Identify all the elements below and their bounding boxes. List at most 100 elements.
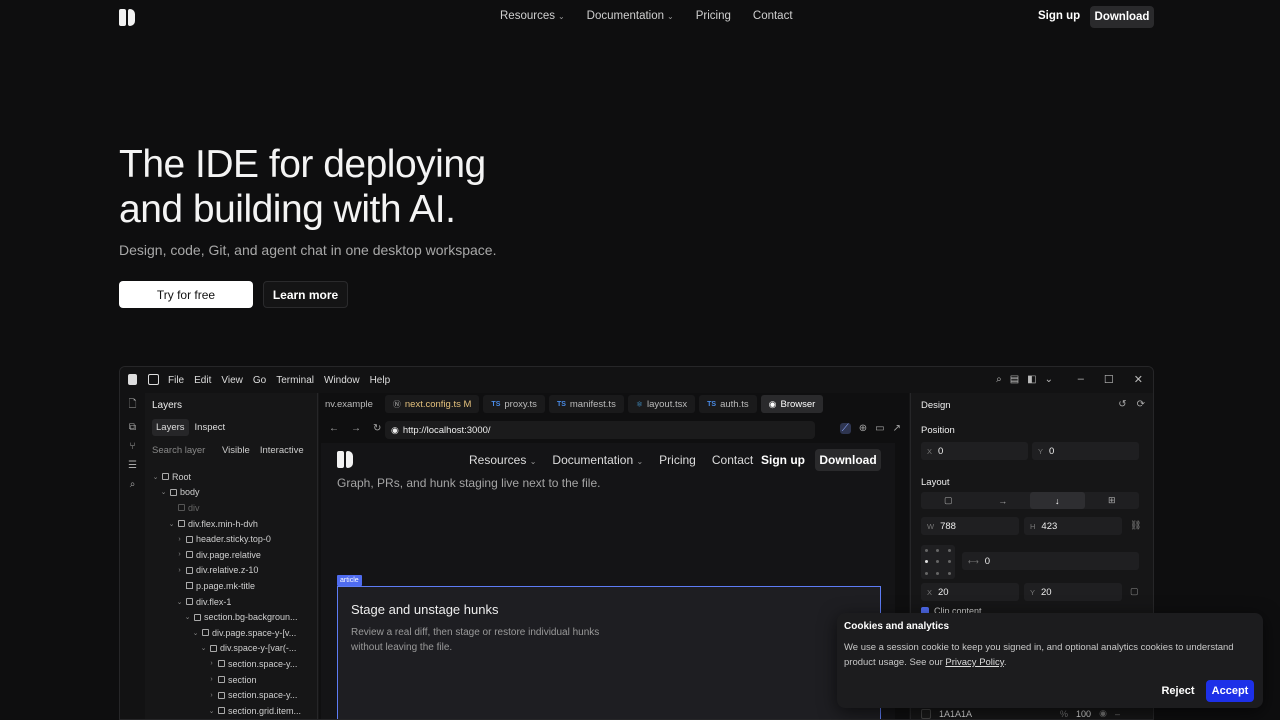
- layer-row[interactable]: ⌄ div.page.space-y-[v...: [152, 625, 316, 641]
- menu-item-help[interactable]: Help: [370, 375, 391, 386]
- pick-element-icon[interactable]: ⟋: [839, 423, 851, 434]
- selected-article-card[interactable]: Stage and unstage hunks Review a real di…: [337, 586, 881, 719]
- layout-row-icon[interactable]: →: [976, 492, 1031, 509]
- nav-resources[interactable]: Resources ⌄: [500, 10, 565, 22]
- fill-swatch[interactable]: [921, 708, 931, 719]
- editor-tab[interactable]: ⚛ layout.tsx: [627, 395, 696, 413]
- filter-visible[interactable]: Visible: [222, 445, 250, 456]
- layer-row[interactable]: ⌄ body: [152, 485, 316, 501]
- link-icon[interactable]: ⛓: [1130, 520, 1141, 531]
- chevron-down-icon[interactable]: ⌄: [176, 598, 183, 606]
- nav-contact[interactable]: Contact: [753, 10, 793, 22]
- tab-layers[interactable]: Layers: [152, 419, 189, 436]
- eye-icon[interactable]: ◉: [1099, 708, 1107, 719]
- reject-button[interactable]: Reject: [1155, 681, 1201, 701]
- preview-nav-resources[interactable]: Resources ⌄: [469, 453, 536, 467]
- menu-item-edit[interactable]: Edit: [194, 375, 211, 386]
- position-x-field[interactable]: X0: [921, 442, 1028, 460]
- layer-row[interactable]: ⌄ div.flex-1: [152, 594, 316, 610]
- logo-icon[interactable]: [119, 9, 135, 26]
- editor-tab[interactable]: TS auth.ts: [699, 395, 757, 413]
- preview-nav-pricing[interactable]: Pricing: [659, 453, 696, 467]
- preview-signup-link[interactable]: Sign up: [761, 453, 805, 467]
- editor-tab[interactable]: Ⓝnext.config.ts M: [384, 395, 480, 413]
- device-icon[interactable]: ▭: [875, 423, 884, 434]
- chevron-down-icon[interactable]: ⌄: [168, 520, 175, 528]
- layer-row[interactable]: › div.relative.z-10: [152, 563, 316, 579]
- search-icon[interactable]: ⌕: [130, 479, 136, 490]
- layer-row[interactable]: › div.page.relative: [152, 547, 316, 563]
- learn-more-button[interactable]: Learn more: [263, 281, 348, 308]
- layer-row[interactable]: ⌄ Root: [152, 469, 316, 485]
- refresh-icon[interactable]: ↺: [1118, 399, 1126, 410]
- chevron-down-icon[interactable]: ⌄: [1045, 374, 1053, 385]
- layout-grid-icon[interactable]: ⊞: [1085, 492, 1140, 509]
- layer-row[interactable]: ⌄ div.space-y-[var(-...: [152, 641, 316, 657]
- padding-box-icon[interactable]: ▢: [1130, 586, 1139, 597]
- layer-row[interactable]: › section: [152, 672, 316, 688]
- forward-icon[interactable]: →: [351, 423, 361, 434]
- fill-hex[interactable]: 1A1A1A: [939, 709, 972, 719]
- gap-field[interactable]: ⟷ 0: [962, 552, 1139, 570]
- list-icon[interactable]: ☰: [128, 460, 137, 471]
- layers-icon[interactable]: ⧉: [129, 422, 136, 433]
- back-icon[interactable]: ←: [329, 423, 339, 434]
- chevron-right-icon[interactable]: ›: [176, 536, 183, 543]
- chevron-right-icon[interactable]: ›: [176, 567, 183, 574]
- filter-interactive[interactable]: Interactive: [260, 445, 304, 456]
- chevron-down-icon[interactable]: ⌄: [184, 613, 191, 621]
- menu-item-terminal[interactable]: Terminal: [276, 375, 314, 386]
- try-for-free-button[interactable]: Try for free: [119, 281, 253, 308]
- layer-row[interactable]: p.page.mk-title: [152, 578, 316, 594]
- editor-tab[interactable]: TS manifest.ts: [548, 395, 624, 413]
- git-icon[interactable]: ⑂: [130, 441, 136, 452]
- download-button[interactable]: Download: [1090, 6, 1154, 28]
- privacy-policy-link[interactable]: Privacy Policy: [945, 657, 1003, 668]
- chevron-down-icon[interactable]: ⌄: [200, 644, 207, 652]
- remove-icon[interactable]: –: [1115, 709, 1120, 719]
- chevron-right-icon[interactable]: ›: [208, 692, 215, 699]
- layer-row[interactable]: ⌄ section.grid.item...: [152, 703, 316, 719]
- tab-inspect[interactable]: Inspect: [191, 419, 230, 436]
- minimize-icon[interactable]: –: [1078, 373, 1084, 386]
- layout-none-icon[interactable]: ▢: [921, 492, 976, 509]
- layer-row[interactable]: ⌄ section.bg-backgroun...: [152, 609, 316, 625]
- chevron-right-icon[interactable]: ›: [176, 551, 183, 558]
- preview-nav-contact[interactable]: Contact: [712, 453, 753, 467]
- layer-row[interactable]: div: [152, 500, 316, 516]
- editor-tab[interactable]: nv.example: [323, 395, 381, 413]
- layer-row[interactable]: › section.space-y...: [152, 687, 316, 703]
- layer-row[interactable]: › header.sticky.top-0: [152, 531, 316, 547]
- padding-y-field[interactable]: Y 20: [1024, 583, 1122, 601]
- chevron-down-icon[interactable]: ⌄: [160, 488, 167, 496]
- nav-documentation[interactable]: Documentation ⌄: [587, 10, 674, 22]
- panel-right-icon[interactable]: ◧: [1027, 374, 1036, 385]
- close-icon[interactable]: ✕: [1134, 373, 1143, 386]
- sidebar-toggle-icon[interactable]: [148, 374, 159, 385]
- chevron-down-icon[interactable]: ⌄: [208, 707, 215, 715]
- editor-tab[interactable]: TS proxy.ts: [483, 395, 545, 413]
- menu-item-view[interactable]: View: [221, 375, 243, 386]
- search-icon[interactable]: ⌕: [996, 374, 1002, 385]
- chevron-right-icon[interactable]: ›: [208, 676, 215, 683]
- crosshair-icon[interactable]: ⊕: [859, 423, 867, 434]
- chevron-down-icon[interactable]: ⌄: [192, 629, 199, 637]
- preview-nav-documentation[interactable]: Documentation ⌄: [552, 453, 643, 467]
- external-link-icon[interactable]: ↗: [893, 423, 901, 434]
- menu-item-go[interactable]: Go: [253, 375, 266, 386]
- editor-tab[interactable]: ◉ Browser: [760, 395, 824, 413]
- layer-row[interactable]: ⌄ div.flex.min-h-dvh: [152, 516, 316, 532]
- signup-link[interactable]: Sign up: [1038, 10, 1080, 22]
- alignment-grid[interactable]: [921, 545, 955, 579]
- url-input[interactable]: ◉ http://localhost:3000/: [385, 421, 815, 439]
- padding-x-field[interactable]: X 20: [921, 583, 1019, 601]
- maximize-icon[interactable]: ☐: [1104, 373, 1114, 386]
- search-layer-input[interactable]: Search layer: [152, 445, 212, 456]
- menu-item-file[interactable]: File: [168, 375, 184, 386]
- preview-download-button[interactable]: Download: [815, 449, 881, 471]
- position-y-field[interactable]: Y0: [1032, 442, 1139, 460]
- sync-icon[interactable]: ⟳: [1137, 399, 1145, 410]
- nav-pricing[interactable]: Pricing: [696, 10, 731, 22]
- panel-bottom-icon[interactable]: ▤: [1010, 374, 1019, 385]
- reload-icon[interactable]: ↻: [373, 423, 381, 434]
